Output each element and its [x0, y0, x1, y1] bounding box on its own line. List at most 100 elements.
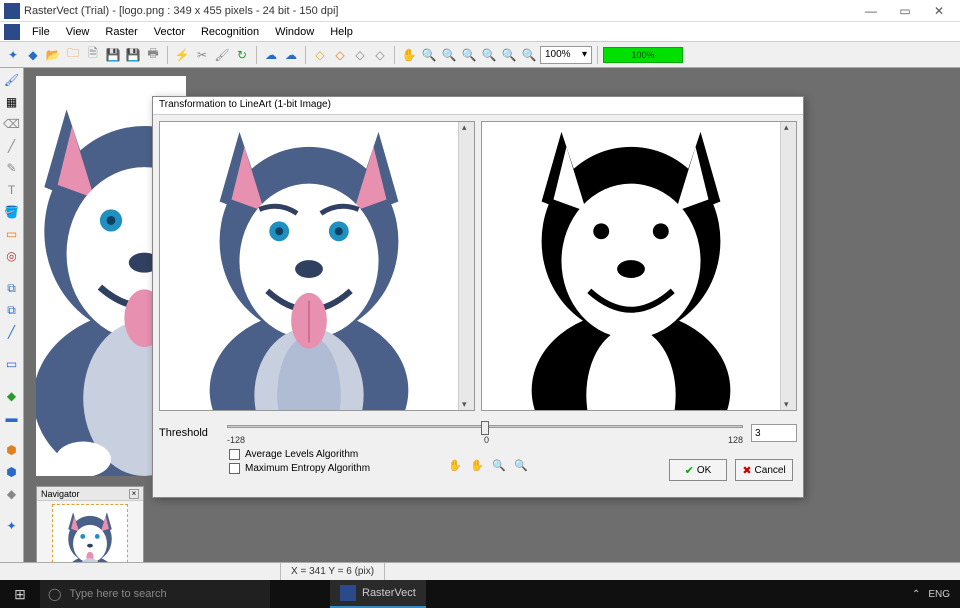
menu-recognition[interactable]: Recognition — [193, 24, 267, 40]
zoom4-icon[interactable]: 🔍 — [480, 46, 498, 64]
slider-mid: 0 — [484, 435, 489, 445]
diamond3-icon[interactable]: ◇ — [331, 46, 349, 64]
menu-view[interactable]: View — [58, 24, 98, 40]
tool-line-icon[interactable]: ╱ — [2, 136, 22, 156]
tool-fill-icon[interactable]: 🪣 — [2, 202, 22, 222]
cancel-label: Cancel — [755, 465, 786, 476]
tool-brush-icon[interactable]: 🖌 — [2, 70, 22, 90]
menu-raster[interactable]: Raster — [97, 24, 145, 40]
page-icon[interactable]: 🗎 — [84, 46, 102, 64]
zoom3-icon[interactable]: 🔍 — [460, 46, 478, 64]
menu-window[interactable]: Window — [267, 24, 322, 40]
tool-checker-icon[interactable]: ▦ — [2, 92, 22, 112]
diamond4-icon[interactable]: ◇ — [351, 46, 369, 64]
menu-vector[interactable]: Vector — [146, 24, 193, 40]
maximize-button[interactable]: ▭ — [888, 0, 922, 22]
tray-lang[interactable]: ENG — [928, 589, 950, 600]
navigator-panel: Navigator × — [36, 486, 144, 562]
tool-shape-icon[interactable]: ▭ — [2, 224, 22, 244]
tool-h-icon[interactable]: ⬢ — [2, 462, 22, 482]
refresh-icon[interactable]: ↻ — [233, 46, 251, 64]
cloud1-icon[interactable]: ☁ — [262, 46, 280, 64]
tool-pen-icon[interactable]: ✎ — [2, 158, 22, 178]
tray-chevron-icon[interactable]: ⌃ — [912, 589, 920, 600]
wand-icon[interactable]: ✦ — [4, 46, 22, 64]
status-empty — [384, 563, 960, 580]
start-button[interactable]: ⊞ — [0, 580, 40, 608]
hand-icon[interactable]: ✋ — [400, 46, 418, 64]
taskbar-app-label: RasterVect — [362, 587, 416, 599]
app-icon — [4, 3, 20, 19]
zoom5-icon[interactable]: 🔍 — [500, 46, 518, 64]
threshold-slider[interactable]: -128 0 128 — [227, 421, 743, 445]
ok-button[interactable]: ✔ OK — [669, 459, 727, 481]
progress-bar: 100% — [603, 47, 683, 63]
scissors-icon[interactable]: ✂ — [193, 46, 211, 64]
taskbar-app-icon — [340, 585, 356, 601]
tool-d-icon[interactable]: ▭ — [2, 354, 22, 374]
husky-preview-bw — [482, 122, 780, 410]
minimize-button[interactable]: — — [854, 0, 888, 22]
close-button[interactable]: ✕ — [922, 0, 956, 22]
zoom6-icon[interactable]: 🔍 — [520, 46, 538, 64]
menu-file[interactable]: File — [24, 24, 58, 40]
tool-text-icon[interactable]: T — [2, 180, 22, 200]
hand-right-icon[interactable]: ✋ — [470, 459, 488, 477]
zoom-out-icon[interactable]: 🔍 — [514, 459, 532, 477]
tool-g-icon[interactable]: ⬢ — [2, 440, 22, 460]
preview-source-image[interactable] — [160, 122, 458, 410]
tool-i-icon[interactable]: ◆ — [2, 484, 22, 504]
taskbar-app-rastervect[interactable]: RasterVect — [330, 580, 426, 608]
tool-b-icon[interactable]: ⧉ — [2, 300, 22, 320]
max-entropy-label: Maximum Entropy Algorithm — [245, 463, 370, 474]
hand-left-icon[interactable]: ✋ — [448, 459, 466, 477]
menu-bar: File View Raster Vector Recognition Wind… — [0, 22, 960, 42]
husky-preview-color — [160, 122, 458, 410]
taskbar-search[interactable]: ◯ Type here to search — [40, 580, 270, 608]
cloud2-icon[interactable]: ☁ — [282, 46, 300, 64]
diamond5-icon[interactable]: ◇ — [371, 46, 389, 64]
zoom2-icon[interactable]: 🔍 — [440, 46, 458, 64]
tool-c-icon[interactable]: ╱ — [2, 322, 22, 342]
husky-thumb-svg — [53, 505, 127, 562]
checkbox-icon — [229, 463, 240, 474]
navigator-thumbnail[interactable] — [52, 504, 128, 562]
zoom-combo[interactable]: 100% ▾ — [540, 46, 592, 64]
zoom1-icon[interactable]: 🔍 — [420, 46, 438, 64]
diamond-icon[interactable]: ◆ — [24, 46, 42, 64]
tool-e-icon[interactable]: ◆ — [2, 386, 22, 406]
lightning-icon[interactable]: ⚡ — [173, 46, 191, 64]
threshold-label: Threshold — [159, 427, 219, 439]
save-icon[interactable]: 💾 — [104, 46, 122, 64]
preview-source-scrollbar[interactable] — [458, 122, 474, 410]
print-icon[interactable]: 🖶 — [144, 46, 162, 64]
tool-eraser-icon[interactable]: ⌫ — [2, 114, 22, 134]
tool-star-icon[interactable]: ✦ — [2, 516, 22, 536]
folder-open-icon[interactable]: 📂 — [44, 46, 62, 64]
zoom-in-icon[interactable]: 🔍 — [492, 459, 510, 477]
diamond2-icon[interactable]: ◇ — [311, 46, 329, 64]
status-bar: X = 341 Y = 6 (pix) — [0, 562, 960, 580]
system-tray: ⌃ ENG — [902, 589, 960, 600]
cancel-button[interactable]: ✖ Cancel — [735, 459, 793, 481]
preview-result-scrollbar[interactable] — [780, 122, 796, 410]
tool-f-icon[interactable]: ▬ — [2, 408, 22, 428]
menu-help[interactable]: Help — [322, 24, 361, 40]
app-menu-icon — [4, 24, 20, 40]
brush-icon[interactable]: 🖌 — [213, 46, 231, 64]
window-titlebar: RasterVect (Trial) - [logo.png : 349 x 4… — [0, 0, 960, 22]
tool-circle-icon[interactable]: ◎ — [2, 246, 22, 266]
checkbox-icon — [229, 449, 240, 460]
tool-a-icon[interactable]: ⧉ — [2, 278, 22, 298]
slider-thumb[interactable] — [481, 421, 489, 435]
preview-result-image[interactable] — [482, 122, 780, 410]
folder-icon[interactable]: 🗀 — [64, 46, 82, 64]
navigator-close-button[interactable]: × — [129, 489, 139, 499]
left-toolbar: 🖌 ▦ ⌫ ╱ ✎ T 🪣 ▭ ◎ ⧉ ⧉ ╱ ▭ ◆ ▬ ⬢ ⬢ ◆ ✦ — [0, 68, 24, 562]
lineart-dialog: Transformation to LineArt (1-bit Image) — [152, 96, 804, 498]
save-as-icon[interactable]: 💾 — [124, 46, 142, 64]
main-toolbar: ✦ ◆ 📂 🗀 🗎 💾 💾 🖶 ⚡ ✂ 🖌 ↻ ☁ ☁ ◇ ◇ ◇ ◇ ✋ 🔍 … — [0, 42, 960, 68]
search-placeholder: Type here to search — [69, 588, 166, 600]
navigator-title: Navigator — [41, 489, 80, 499]
threshold-input[interactable] — [751, 424, 797, 442]
